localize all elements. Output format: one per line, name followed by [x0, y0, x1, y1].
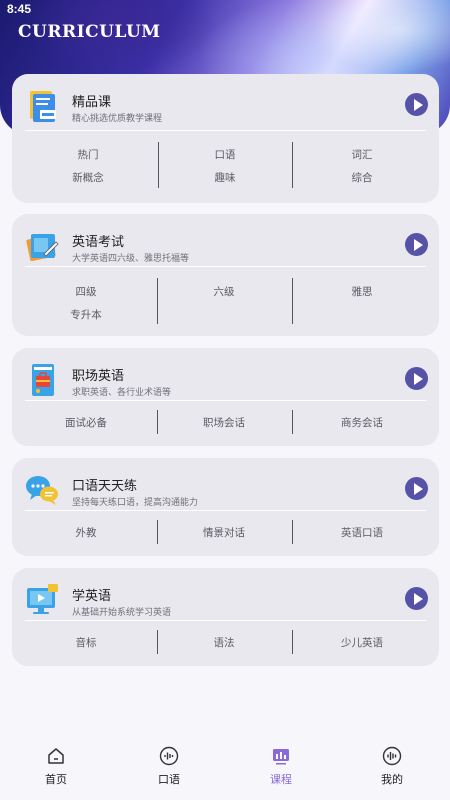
tag-item[interactable]: 词汇 [302, 147, 422, 162]
course-chart-icon [271, 746, 291, 766]
tab-label: 课程 [270, 773, 292, 786]
course-card-speaking[interactable]: 口语天天练 坚持每天练口语，提高沟通能力 外教 情景对话 英语口语 [12, 458, 439, 556]
tag-grid: 四级 六级 雅思 专升本 [12, 278, 439, 326]
course-card-premium[interactable]: 精品课 精心挑选优质教学课程 热门 口语 词汇 新概念 趣味 综合 [12, 74, 439, 203]
tag-grid: 外教 情景对话 英语口语 [12, 520, 439, 546]
card-header[interactable]: 英语考试 大学英语四六级、雅思托福等 [12, 214, 439, 270]
card-header[interactable]: 精品课 精心挑选优质教学课程 [12, 74, 439, 130]
divider [25, 130, 426, 131]
home-icon [46, 746, 66, 766]
tag-item[interactable]: 趣味 [165, 170, 285, 185]
card-title: 职场英语 [72, 369, 125, 384]
status-time: 8:45 [7, 2, 32, 16]
tag-item[interactable]: 语法 [164, 635, 284, 650]
play-button[interactable] [405, 477, 428, 500]
play-button[interactable] [405, 233, 428, 256]
column-divider [157, 278, 158, 324]
tag-item[interactable]: 外教 [26, 525, 146, 540]
tab-label: 我的 [381, 773, 403, 786]
tag-item[interactable]: 英语口语 [302, 525, 422, 540]
card-subtitle: 坚持每天练口语，提高沟通能力 [72, 498, 199, 508]
card-title: 英语考试 [72, 235, 125, 250]
column-divider [292, 278, 293, 324]
tag-item[interactable]: 职场会话 [164, 415, 284, 430]
tag-grid: 热门 口语 词汇 新概念 趣味 综合 [12, 142, 439, 190]
divider [25, 510, 426, 511]
card-title: 口语天天练 [72, 479, 138, 494]
column-divider [157, 410, 158, 434]
profile-wave-icon [382, 746, 402, 766]
tag-grid: 面试必备 职场会话 商务会话 [12, 410, 439, 436]
tag-item[interactable]: 热门 [28, 147, 148, 162]
course-card-exam[interactable]: 英语考试 大学英语四六级、雅思托福等 四级 六级 雅思 专升本 [12, 214, 439, 336]
tag-grid: 音标 语法 少儿英语 [12, 630, 439, 656]
chat-bubbles-icon [24, 472, 60, 508]
tag-item[interactable]: 六级 [164, 284, 284, 299]
bottom-tab-bar: 首页 口语 课程 我的 [0, 740, 450, 800]
column-divider [292, 410, 293, 434]
tag-item[interactable]: 专升本 [26, 307, 146, 322]
card-header[interactable]: 职场英语 求职英语、各行业术语等 [12, 348, 439, 404]
tag-item[interactable]: 口语 [165, 147, 285, 162]
tab-home[interactable]: 首页 [11, 740, 101, 800]
tag-item[interactable]: 四级 [26, 284, 146, 299]
course-card-workplace[interactable]: 职场英语 求职英语、各行业术语等 面试必备 职场会话 商务会话 [12, 348, 439, 446]
play-button[interactable] [405, 367, 428, 390]
tab-label: 首页 [45, 773, 67, 786]
column-divider [292, 142, 293, 188]
column-divider [158, 142, 159, 188]
voice-wave-icon [159, 746, 179, 766]
card-subtitle: 从基础开始系统学习英语 [72, 608, 172, 618]
card-title: 学英语 [72, 589, 112, 604]
video-screen-icon [24, 582, 60, 618]
tag-item[interactable]: 面试必备 [26, 415, 146, 430]
card-subtitle: 精心挑选优质教学课程 [72, 114, 163, 124]
column-divider [157, 630, 158, 654]
card-header[interactable]: 学英语 从基础开始系统学习英语 [12, 568, 439, 624]
divider [25, 620, 426, 621]
course-card-learn[interactable]: 学英语 从基础开始系统学习英语 音标 语法 少儿英语 [12, 568, 439, 666]
column-divider [292, 630, 293, 654]
column-divider [157, 520, 158, 544]
briefcase-book-icon [24, 362, 60, 398]
tag-item[interactable]: 雅思 [302, 284, 422, 299]
tab-label: 口语 [158, 773, 180, 786]
tag-item[interactable]: 音标 [26, 635, 146, 650]
tab-courses[interactable]: 课程 [236, 740, 326, 800]
tag-item[interactable]: 少儿英语 [302, 635, 422, 650]
tag-item[interactable]: 情景对话 [164, 525, 284, 540]
card-subtitle: 大学英语四六级、雅思托福等 [72, 254, 190, 264]
tag-item[interactable]: 新概念 [28, 170, 148, 185]
play-button[interactable] [405, 93, 428, 116]
exam-book-icon [24, 228, 60, 264]
card-header[interactable]: 口语天天练 坚持每天练口语，提高沟通能力 [12, 458, 439, 514]
tab-mine[interactable]: 我的 [347, 740, 437, 800]
page-title: CURRICULUM [18, 22, 161, 42]
card-title: 精品课 [72, 95, 112, 110]
tag-item[interactable]: 综合 [302, 170, 422, 185]
divider [25, 400, 426, 401]
column-divider [292, 520, 293, 544]
divider [25, 266, 426, 267]
play-button[interactable] [405, 587, 428, 610]
notebook-icon [24, 88, 60, 124]
tab-speaking[interactable]: 口语 [124, 740, 214, 800]
card-subtitle: 求职英语、各行业术语等 [72, 388, 172, 398]
tag-item[interactable]: 商务会话 [302, 415, 422, 430]
